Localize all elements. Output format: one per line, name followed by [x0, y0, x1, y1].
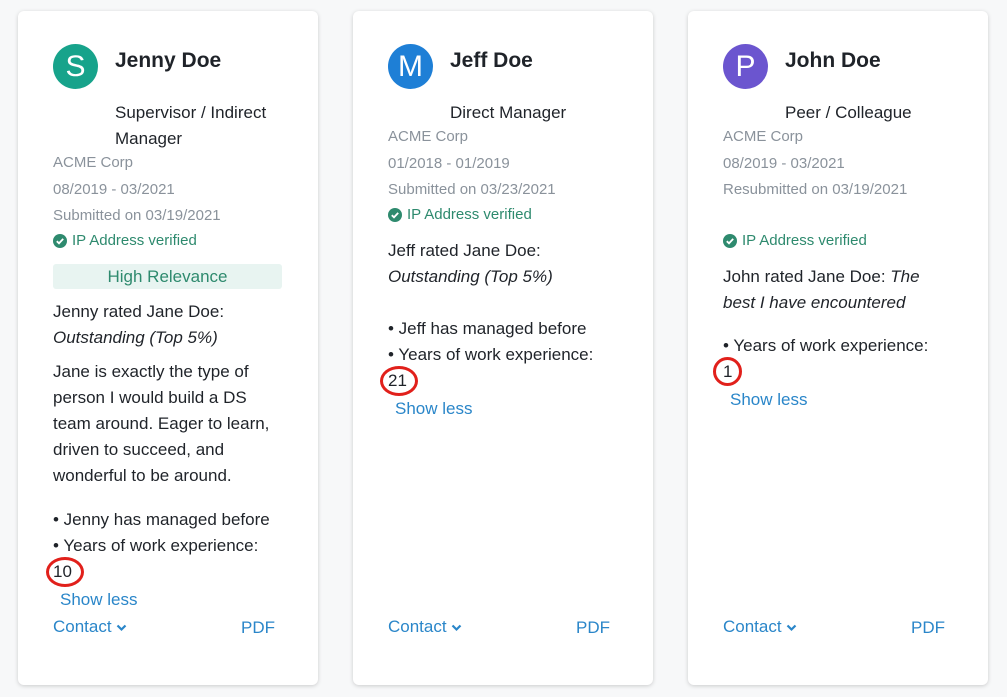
show-less-link[interactable]: Show less: [730, 390, 807, 410]
chevron-down-icon: [786, 617, 797, 637]
bullet-managed: • Jenny has managed before: [53, 510, 270, 529]
comment: Jane is exactly the type of person I wou…: [53, 362, 270, 485]
bullet-experience: • Years of work experience:: [53, 536, 259, 555]
submitted-date: Resubmitted on 03/19/2021: [723, 181, 908, 198]
reference-card-jenny: S Jenny Doe Supervisor / Indirect Manage…: [18, 11, 318, 685]
show-less-link[interactable]: Show less: [395, 399, 472, 419]
rating: Jeff rated Jane Doe: Outstanding (Top 5%…: [388, 238, 623, 290]
referee-name: John Doe: [785, 49, 881, 72]
chevron-down-icon: [116, 617, 127, 637]
contact-label: Contact: [388, 617, 447, 636]
highlight-circle: [380, 366, 418, 396]
rating: Jenny rated Jane Doe: Outstanding (Top 5…: [53, 299, 288, 351]
pdf-link[interactable]: PDF: [241, 618, 275, 638]
referee-role: Peer / Colleague: [785, 103, 912, 122]
avatar: M: [388, 44, 433, 89]
referee-name: Jeff Doe: [450, 49, 533, 72]
rating-prefix: Jenny rated Jane Doe:: [53, 302, 225, 321]
company: ACME Corp: [53, 154, 134, 171]
rating-prefix: Jeff rated Jane Doe:: [388, 241, 541, 260]
check-circle-icon: [53, 233, 67, 248]
contact-dropdown[interactable]: Contact: [388, 617, 462, 637]
ip-verified: IP Address verified: [53, 232, 197, 249]
employment-dates: 08/2019 - 03/2021: [53, 181, 175, 198]
check-circle-icon: [723, 233, 737, 248]
employment-dates: 01/2018 - 01/2019: [388, 155, 510, 172]
bullet-managed: • Jeff has managed before: [388, 319, 587, 338]
highlight-circle: [46, 557, 84, 587]
ip-verified: IP Address verified: [723, 232, 867, 249]
contact-label: Contact: [53, 617, 112, 636]
submitted-date: Submitted on 03/19/2021: [53, 207, 221, 224]
rating-value: Outstanding (Top 5%): [53, 328, 218, 347]
bullet-experience: • Years of work experience:: [388, 345, 594, 364]
check-circle-icon: [388, 207, 402, 222]
pdf-link[interactable]: PDF: [576, 618, 610, 638]
rating: John rated Jane Doe: The best I have enc…: [723, 264, 938, 316]
company: ACME Corp: [388, 128, 469, 145]
contact-label: Contact: [723, 617, 782, 636]
avatar: P: [723, 44, 768, 89]
verified-label: IP Address verified: [72, 232, 197, 249]
company: ACME Corp: [723, 128, 804, 145]
reference-card-jeff: M Jeff Doe Direct Manager ACME Corp 01/2…: [353, 11, 653, 685]
verified-label: IP Address verified: [407, 206, 532, 223]
highlight-circle: [713, 357, 742, 386]
referee-role: Supervisor / Indirect Manager: [115, 103, 267, 148]
chevron-down-icon: [451, 617, 462, 637]
contact-dropdown[interactable]: Contact: [723, 617, 797, 637]
employment-dates: 08/2019 - 03/2021: [723, 155, 845, 172]
reference-card-john: P John Doe Peer / Colleague ACME Corp 08…: [688, 11, 988, 685]
show-less-link[interactable]: Show less: [60, 590, 137, 610]
verified-label: IP Address verified: [742, 232, 867, 249]
referee-name: Jenny Doe: [115, 49, 222, 72]
contact-dropdown[interactable]: Contact: [53, 617, 127, 637]
pdf-link[interactable]: PDF: [911, 618, 945, 638]
bullet-experience: • Years of work experience:: [723, 336, 929, 355]
avatar: S: [53, 44, 98, 89]
rating-value: Outstanding (Top 5%): [388, 267, 553, 286]
submitted-date: Submitted on 03/23/2021: [388, 181, 556, 198]
relevance-badge: High Relevance: [53, 264, 282, 289]
ip-verified: IP Address verified: [388, 206, 532, 223]
rating-prefix: John rated Jane Doe:: [723, 267, 886, 286]
referee-role: Direct Manager: [450, 103, 567, 122]
